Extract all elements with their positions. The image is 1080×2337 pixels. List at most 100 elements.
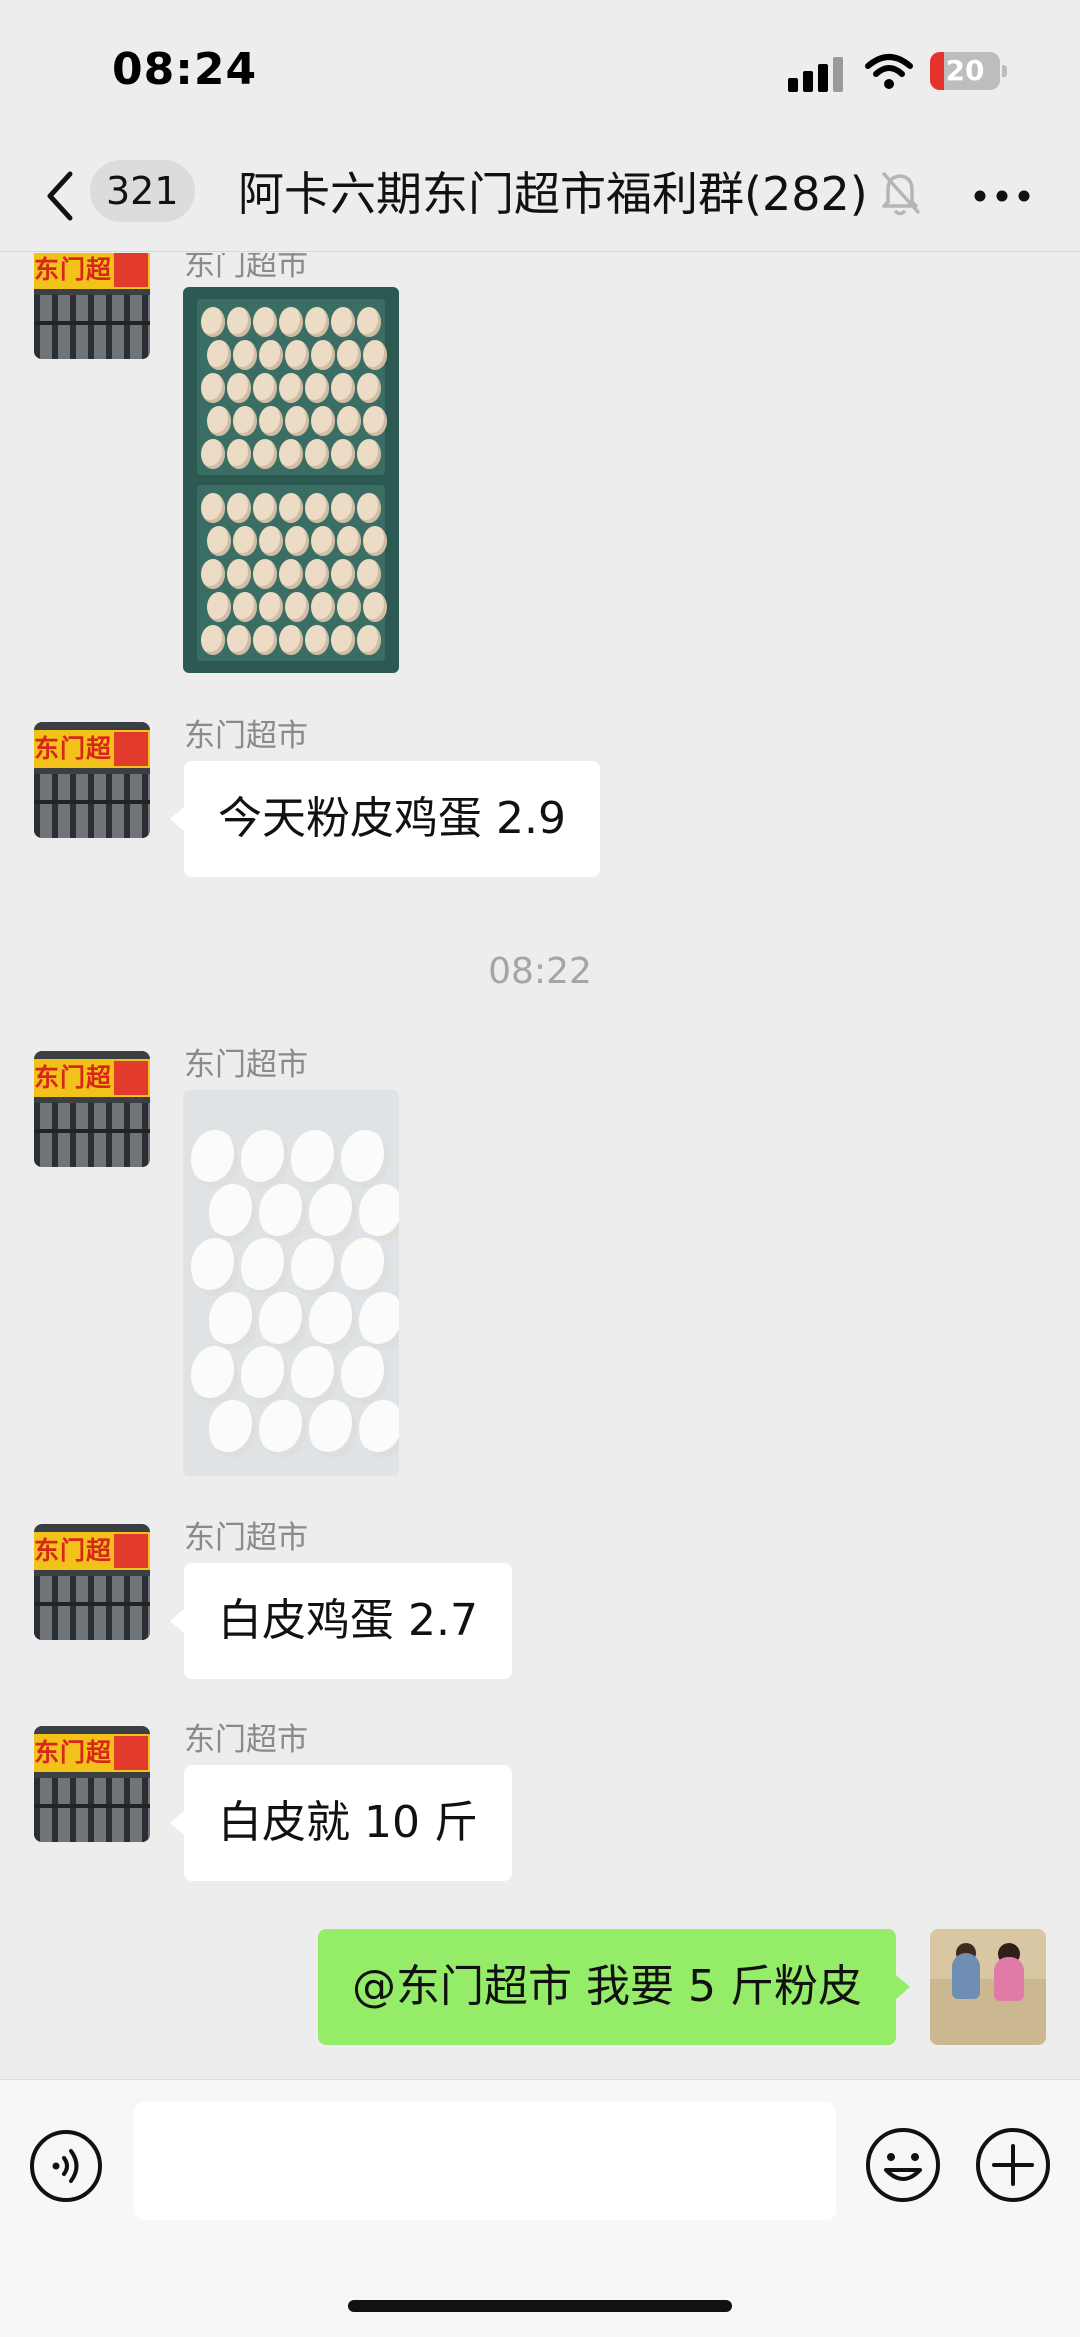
egg xyxy=(201,373,225,403)
emoji-icon[interactable] xyxy=(864,2126,942,2204)
avatar[interactable]: 东门超市 xyxy=(34,1726,150,1842)
egg xyxy=(279,493,303,523)
egg xyxy=(363,592,387,622)
egg-crate-photo[interactable] xyxy=(183,287,399,673)
signal-icon xyxy=(788,56,846,92)
avatar[interactable]: 东门超市 xyxy=(34,1524,150,1640)
egg xyxy=(285,526,309,556)
egg xyxy=(253,493,277,523)
egg xyxy=(241,1238,289,1296)
egg xyxy=(233,592,257,622)
my-message-bubble[interactable]: @东门超市 我要 5 斤粉皮 xyxy=(318,1929,910,2045)
egg xyxy=(209,1400,257,1458)
egg xyxy=(259,1400,307,1458)
message-bubble[interactable]: 今天粉皮鸡蛋 2.9 xyxy=(170,761,600,877)
egg xyxy=(331,559,355,589)
egg xyxy=(291,1130,339,1188)
egg xyxy=(259,526,283,556)
egg xyxy=(285,340,309,370)
egg xyxy=(233,340,257,370)
egg xyxy=(357,307,381,337)
egg xyxy=(279,625,303,655)
chat-message-list[interactable]: 东门超市 东门超市 东门超市 东门超市 今天粉皮鸡蛋 2.9 08:22 东门超… xyxy=(0,253,1080,2078)
egg xyxy=(305,493,329,523)
egg xyxy=(305,625,329,655)
message-bubble[interactable]: 白皮就 10 斤 xyxy=(170,1765,512,1881)
battery-level: 20 xyxy=(945,54,985,87)
chat-header: 321 阿卡六期东门超市福利群 (282) xyxy=(0,140,1080,252)
egg xyxy=(311,592,335,622)
status-time: 08:24 xyxy=(112,44,258,95)
chevron-left-icon[interactable] xyxy=(40,168,80,224)
egg xyxy=(207,406,231,436)
egg xyxy=(253,559,277,589)
egg xyxy=(359,1400,399,1458)
egg xyxy=(279,439,303,469)
egg xyxy=(305,559,329,589)
sender-name: 东门超市 xyxy=(184,1722,308,1758)
battery-icon: 20 xyxy=(930,52,1007,92)
egg xyxy=(227,439,251,469)
egg xyxy=(227,493,251,523)
egg xyxy=(259,340,283,370)
egg xyxy=(227,559,251,589)
egg xyxy=(341,1346,389,1404)
chat-title[interactable]: 阿卡六期东门超市福利群 (282) xyxy=(238,162,870,226)
plus-circle-icon[interactable] xyxy=(974,2126,1052,2204)
egg xyxy=(337,340,361,370)
avatar[interactable]: 东门超市 xyxy=(34,253,150,359)
egg xyxy=(253,373,277,403)
egg xyxy=(291,1238,339,1296)
avatar[interactable]: 东门超市 xyxy=(34,722,150,838)
more-dots-icon[interactable] xyxy=(970,164,1034,228)
egg xyxy=(227,307,251,337)
egg xyxy=(359,1184,399,1242)
message-timestamp: 08:22 xyxy=(488,951,592,992)
message-input-bar xyxy=(0,2079,1080,2337)
egg xyxy=(285,592,309,622)
egg xyxy=(207,526,231,556)
egg xyxy=(331,373,355,403)
egg xyxy=(285,406,309,436)
egg xyxy=(201,625,225,655)
egg xyxy=(253,307,277,337)
sender-name: 东门超市 xyxy=(184,1520,308,1556)
egg xyxy=(337,526,361,556)
message-input[interactable] xyxy=(134,2102,836,2220)
wifi-icon xyxy=(864,52,914,92)
egg xyxy=(331,439,355,469)
egg xyxy=(209,1184,257,1242)
egg xyxy=(341,1238,389,1296)
egg xyxy=(279,373,303,403)
sender-name: 东门超市 xyxy=(184,718,308,754)
egg xyxy=(341,1130,389,1188)
egg xyxy=(201,439,225,469)
bell-mute-icon xyxy=(878,168,922,218)
egg xyxy=(259,592,283,622)
egg xyxy=(305,439,329,469)
avatar[interactable]: 东门超市 xyxy=(34,1051,150,1167)
voice-input-icon[interactable] xyxy=(28,2128,104,2204)
egg xyxy=(191,1346,239,1404)
egg xyxy=(201,559,225,589)
egg xyxy=(191,1130,239,1188)
egg xyxy=(311,340,335,370)
egg xyxy=(253,625,277,655)
message-bubble[interactable]: 白皮鸡蛋 2.7 xyxy=(170,1563,512,1679)
egg xyxy=(259,1184,307,1242)
egg xyxy=(337,406,361,436)
white-eggs-bag-photo[interactable] xyxy=(183,1090,399,1476)
egg xyxy=(357,493,381,523)
egg xyxy=(209,1292,257,1350)
chat-title-name: 阿卡六期东门超市福利群 xyxy=(238,167,744,221)
egg xyxy=(291,1346,339,1404)
egg xyxy=(363,526,387,556)
egg xyxy=(337,592,361,622)
egg xyxy=(309,1184,357,1242)
egg xyxy=(309,1400,357,1458)
egg xyxy=(363,406,387,436)
home-indicator[interactable] xyxy=(348,2300,732,2312)
unread-count-badge[interactable]: 321 xyxy=(90,160,195,222)
my-avatar[interactable] xyxy=(930,1929,1046,2045)
egg xyxy=(259,1292,307,1350)
